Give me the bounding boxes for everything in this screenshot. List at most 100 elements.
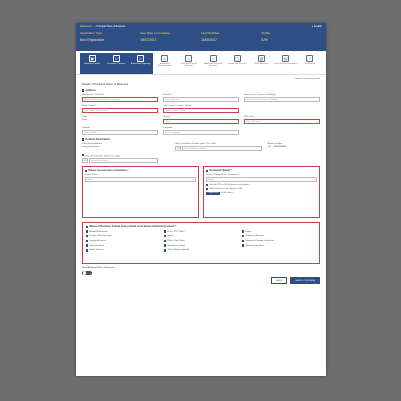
square-icon	[85, 169, 88, 173]
document-upload-panel: Document Upload * Proof of Principal Pla…	[203, 166, 320, 219]
tab-principal-place[interactable]: ⌂ Principal Place of Business	[177, 53, 201, 74]
breadcrumb-dashboard[interactable]: Dashboard	[80, 25, 92, 28]
state-value: Delhi	[82, 119, 87, 121]
status-last-modified: Last Modified 24/06/2017	[201, 31, 219, 42]
info-icon	[206, 183, 209, 187]
square-icon	[86, 225, 89, 229]
business-activity-options: Bonded Warehouse EOU / STP / EHTP Export…	[86, 230, 316, 252]
email-value[interactable]: ex@gstnmail.com	[82, 146, 170, 148]
chevron-down-icon: ▾	[313, 179, 315, 182]
longitude-field: Longitude Enter Longitude	[163, 127, 239, 135]
fax-field: Office Fax Number (with STD Code) STD Ent…	[82, 154, 159, 164]
activity-checkbox[interactable]: EOU / STP / EHTP	[164, 230, 238, 233]
tab-business-details[interactable]: ▣ Business Details	[80, 53, 105, 74]
fax-std-input[interactable]: STD	[82, 158, 88, 164]
std-code-input[interactable]: STD	[174, 146, 181, 151]
activity-checkbox[interactable]: Bonded Warehouse	[86, 230, 160, 233]
bank-icon: ▥	[258, 55, 266, 62]
activity-checkbox[interactable]: Import	[164, 235, 238, 238]
business-activity-panel: Nature of Business Activity being carrie…	[82, 222, 320, 265]
tab-additional-places[interactable]: ⌂ Additional Places of Business	[201, 53, 225, 74]
pincode-field: PIN Code* Enter PIN Code	[244, 116, 320, 124]
activity-checkbox[interactable]: Works Contract	[86, 249, 160, 252]
tab-verification[interactable]: ✓ Verification	[298, 53, 322, 74]
file-status: No file chosen	[220, 192, 234, 195]
tab-state-specific[interactable]: ▤ State Specific Information	[274, 53, 298, 74]
info-icon	[206, 187, 209, 191]
status-due-date: Due Date to Complete 08/07/2017	[140, 31, 171, 42]
choose-file-button[interactable]: Choose File	[206, 191, 220, 195]
road-input[interactable]: Enter Road / Street / Lane	[82, 108, 158, 113]
building-icon: ⌂	[185, 55, 193, 62]
pincode-input[interactable]: Enter PIN Code	[244, 119, 320, 124]
square-icon	[206, 169, 209, 173]
proof-select[interactable]: Select ▾	[206, 177, 317, 183]
globe-icon: ●	[311, 24, 314, 28]
address-heading: Address	[82, 89, 320, 92]
district-select[interactable]: Select	[163, 119, 239, 124]
fax-input[interactable]: Enter Fax Number	[89, 158, 159, 164]
activity-checkbox[interactable]: Wholesale Business	[242, 244, 316, 247]
premises-input[interactable]: Enter Name of Premises / Building	[244, 97, 320, 102]
activity-checkbox[interactable]: Recipient of Goods or Services	[242, 239, 316, 243]
activity-checkbox[interactable]: Retail Business	[86, 244, 160, 247]
back-button[interactable]: BACK	[271, 277, 288, 284]
activity-checkbox[interactable]: Leasing Business	[86, 239, 160, 243]
city-input[interactable]: Enter Locality / Village	[163, 108, 239, 113]
mobile-value[interactable]: 9999999999	[274, 146, 286, 149]
floor-field: Floor No. Enter Floor No.	[163, 94, 239, 102]
possession-panel: Nature of possession of premises * Pleas…	[82, 166, 199, 219]
tab-authorized-signatory[interactable]: ☺ Authorized Signatory	[128, 53, 153, 74]
state-field: State Delhi	[82, 116, 158, 124]
tab-promoters[interactable]: ☺ Promoter / Partners	[104, 53, 129, 74]
building-input[interactable]: Enter Building No. / Flat No. / Door No.	[82, 97, 158, 102]
language-selector[interactable]: ● English	[312, 25, 322, 28]
activity-checkbox[interactable]: Supplier of Services	[242, 235, 316, 238]
address-fields: Building No. / Flat No.* Enter Building N…	[82, 94, 320, 135]
floor-input[interactable]: Enter Floor No.	[163, 97, 239, 102]
registration-tabs: ▣ Business Details ☺ Promoter / Partners ☺…	[76, 51, 326, 75]
briefcase-icon: ▣	[88, 55, 96, 62]
email-field: Office Email Address ex@gstnmail.com	[82, 143, 170, 151]
tab-authorized-representative[interactable]: ☺ Authorized Representative	[153, 53, 177, 74]
people-icon: ☺	[112, 55, 120, 62]
activity-checkbox[interactable]: Office / Sale Office	[164, 239, 238, 243]
doc-icon: ▤	[282, 55, 290, 62]
mobile-field: Mobile Number +91 9999999999	[267, 143, 286, 149]
additional-place-toggle[interactable]	[82, 270, 92, 276]
person-icon: ☺	[137, 55, 144, 62]
road-field: Road / Street* Enter Road / Street / Lane	[82, 105, 158, 113]
district-field: District* Select	[163, 116, 239, 124]
box-icon: ▢	[233, 55, 241, 62]
activity-checkbox[interactable]: Warehouse / Depot	[164, 244, 238, 247]
square-icon	[82, 138, 85, 141]
status-profile: Profile 82%	[261, 31, 271, 42]
contact-heading: Contact Information	[82, 138, 320, 141]
application-status-bar: Application Type New Registration Due Da…	[76, 29, 326, 51]
page-title: Details of Principal Place of Business	[82, 82, 129, 86]
mandatory-note: * indicates mandatory fields	[293, 78, 320, 80]
longitude-input[interactable]: Enter Longitude	[163, 130, 239, 135]
form-actions: BACK SAVE & CONTINUE	[82, 277, 320, 284]
activity-checkbox[interactable]: Others (Please Specify)	[164, 249, 238, 252]
telephone-input[interactable]: Enter Telephone Number	[181, 146, 263, 151]
contact-fields: Office Email Address ex@gstnmail.com Offi…	[82, 143, 320, 151]
form-content: * indicates mandatory fields Details of …	[76, 75, 326, 287]
check-icon: ✓	[306, 55, 314, 62]
activity-checkbox[interactable]: Export	[242, 230, 316, 233]
city-field: City / Town / Locality / Village* Enter L…	[163, 105, 239, 113]
telephone-field: Office Telephone Number (with STD Code) S…	[174, 143, 263, 151]
chevron-down-icon: ▾	[192, 179, 194, 182]
possession-document-row: Nature of possession of premises * Pleas…	[82, 166, 320, 219]
latitude-input[interactable]: Enter Latitude	[82, 130, 158, 135]
tab-goods-services[interactable]: ▢ Goods and Services	[225, 53, 249, 74]
breadcrumb-current: Principal Place of Business	[96, 24, 126, 28]
possession-select[interactable]: Select ▾	[85, 177, 196, 183]
save-continue-button[interactable]: SAVE & CONTINUE	[290, 277, 320, 284]
buildings-icon: ⌂	[209, 55, 217, 62]
status-application-type: Application Type New Registration	[80, 31, 105, 42]
square-icon	[82, 89, 85, 92]
tab-bank-accounts[interactable]: ▥ Bank Accounts	[249, 53, 273, 74]
breadcrumb: Dashboard › Principal Place of Business	[80, 24, 126, 28]
activity-checkbox[interactable]: Factory / Manufacturing	[86, 235, 160, 238]
